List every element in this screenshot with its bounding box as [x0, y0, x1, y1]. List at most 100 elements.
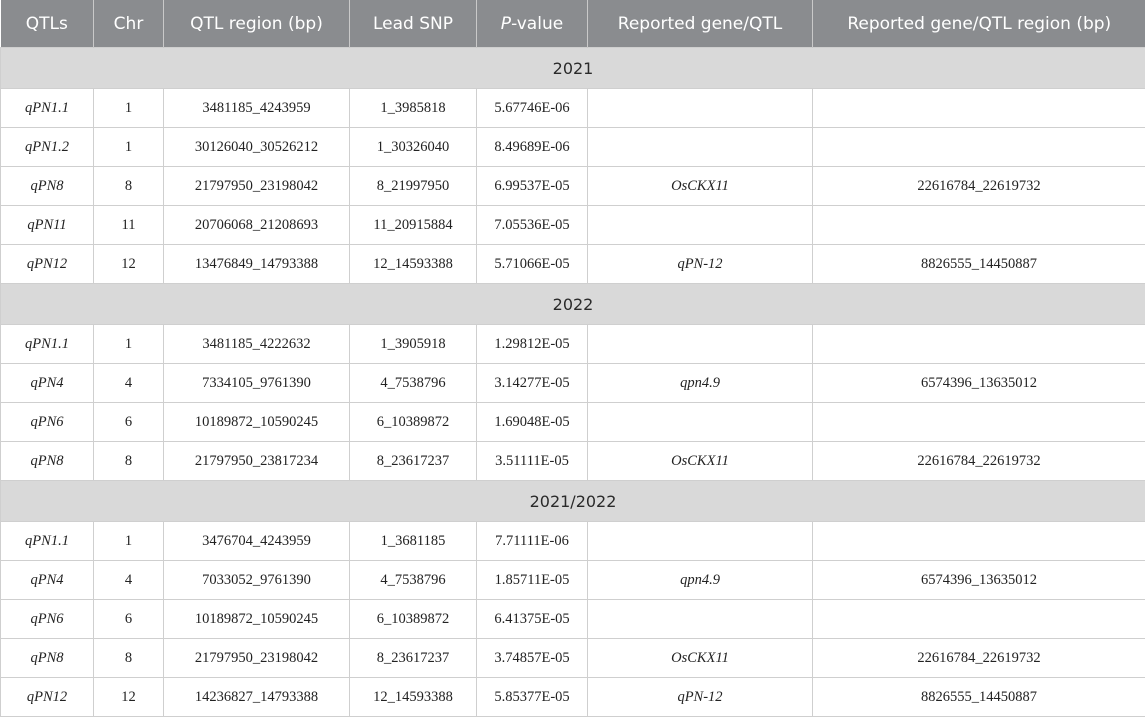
- cell-qtl: qPN1.1: [1, 522, 94, 561]
- cell-chr: 8: [94, 167, 164, 206]
- cell-reported-region: [813, 89, 1145, 128]
- cell-qtl: qPN1.1: [1, 89, 94, 128]
- cell-qtl-region: 3476704_4243959: [164, 522, 350, 561]
- cell-reported-region: [813, 206, 1145, 245]
- cell-lead-snp: 1_3905918: [350, 325, 477, 364]
- cell-reported-region: 22616784_22619732: [813, 167, 1145, 206]
- table-row: qPN8821797950_231980428_219979506.99537E…: [1, 167, 1145, 206]
- cell-qtl-region: 30126040_30526212: [164, 128, 350, 167]
- cell-qtl: qPN6: [1, 403, 94, 442]
- cell-qtl: qPN6: [1, 600, 94, 639]
- cell-chr: 6: [94, 403, 164, 442]
- header-reported-gene: Reported gene/QTL: [588, 0, 813, 48]
- cell-reported-region: 6574396_13635012: [813, 561, 1145, 600]
- header-p-value: P-value: [477, 0, 588, 48]
- cell-lead-snp: 6_10389872: [350, 600, 477, 639]
- cell-qtl-region: 7033052_9761390: [164, 561, 350, 600]
- table-row: qPN6610189872_105902456_103898726.41375E…: [1, 600, 1145, 639]
- table-row: qPN1.2130126040_305262121_303260408.4968…: [1, 128, 1145, 167]
- header-p-value-p: P: [501, 14, 511, 34]
- cell-reported-region: 22616784_22619732: [813, 442, 1145, 481]
- cell-qtl: qPN4: [1, 364, 94, 403]
- cell-qtl-region: 13476849_14793388: [164, 245, 350, 284]
- cell-reported-region: [813, 522, 1145, 561]
- cell-reported-gene: [588, 522, 813, 561]
- cell-chr: 1: [94, 522, 164, 561]
- cell-chr: 1: [94, 325, 164, 364]
- cell-reported-gene: qpn4.9: [588, 364, 813, 403]
- cell-reported-gene: [588, 89, 813, 128]
- table-row: qPN1.113476704_42439591_36811857.71111E-…: [1, 522, 1145, 561]
- cell-p-value: 3.51111E-05: [477, 442, 588, 481]
- cell-qtl: qPN1.1: [1, 325, 94, 364]
- cell-p-value: 3.74857E-05: [477, 639, 588, 678]
- header-row: QTLs Chr QTL region (bp) Lead SNP P-valu…: [1, 0, 1145, 48]
- cell-reported-gene: OsCKX11: [588, 639, 813, 678]
- cell-reported-gene: [588, 128, 813, 167]
- cell-p-value: 1.69048E-05: [477, 403, 588, 442]
- cell-p-value: 5.67746E-06: [477, 89, 588, 128]
- cell-qtl: qPN4: [1, 561, 94, 600]
- table-row: qPN447033052_97613904_75387961.85711E-05…: [1, 561, 1145, 600]
- cell-chr: 6: [94, 600, 164, 639]
- table-row: qPN447334105_97613904_75387963.14277E-05…: [1, 364, 1145, 403]
- cell-reported-region: [813, 325, 1145, 364]
- table-row: qPN121213476849_1479338812_145933885.710…: [1, 245, 1145, 284]
- cell-lead-snp: 8_23617237: [350, 639, 477, 678]
- cell-qtl-region: 20706068_21208693: [164, 206, 350, 245]
- cell-reported-region: 22616784_22619732: [813, 639, 1145, 678]
- group-label: 2021: [1, 48, 1145, 89]
- cell-p-value: 5.71066E-05: [477, 245, 588, 284]
- cell-lead-snp: 11_20915884: [350, 206, 477, 245]
- cell-lead-snp: 1_30326040: [350, 128, 477, 167]
- table-row: qPN111120706068_2120869311_209158847.055…: [1, 206, 1145, 245]
- cell-lead-snp: 1_3985818: [350, 89, 477, 128]
- cell-p-value: 1.85711E-05: [477, 561, 588, 600]
- cell-p-value: 8.49689E-06: [477, 128, 588, 167]
- cell-chr: 4: [94, 364, 164, 403]
- cell-qtl: qPN12: [1, 245, 94, 284]
- cell-qtl-region: 21797950_23198042: [164, 167, 350, 206]
- cell-chr: 8: [94, 442, 164, 481]
- cell-p-value: 6.41375E-05: [477, 600, 588, 639]
- table-row: qPN8821797950_231980428_236172373.74857E…: [1, 639, 1145, 678]
- cell-lead-snp: 4_7538796: [350, 364, 477, 403]
- cell-chr: 1: [94, 89, 164, 128]
- cell-reported-gene: OsCKX11: [588, 167, 813, 206]
- cell-qtl: qPN1.2: [1, 128, 94, 167]
- cell-lead-snp: 8_23617237: [350, 442, 477, 481]
- header-lead-snp: Lead SNP: [350, 0, 477, 48]
- cell-qtl-region: 7334105_9761390: [164, 364, 350, 403]
- cell-reported-gene: qPN-12: [588, 245, 813, 284]
- table-body: 2021qPN1.113481185_42439591_39858185.677…: [1, 48, 1145, 717]
- group-row: 2021: [1, 48, 1145, 89]
- cell-lead-snp: 4_7538796: [350, 561, 477, 600]
- cell-qtl-region: 3481185_4222632: [164, 325, 350, 364]
- cell-qtl: qPN8: [1, 639, 94, 678]
- table-row: qPN1.113481185_42226321_39059181.29812E-…: [1, 325, 1145, 364]
- cell-reported-gene: [588, 403, 813, 442]
- cell-reported-region: 6574396_13635012: [813, 364, 1145, 403]
- cell-chr: 1: [94, 128, 164, 167]
- group-label: 2022: [1, 284, 1145, 325]
- cell-reported-region: [813, 600, 1145, 639]
- cell-chr: 11: [94, 206, 164, 245]
- header-p-value-suffix: -value: [511, 14, 563, 34]
- header-chr: Chr: [94, 0, 164, 48]
- cell-lead-snp: 6_10389872: [350, 403, 477, 442]
- cell-qtl-region: 21797950_23817234: [164, 442, 350, 481]
- cell-qtl: qPN8: [1, 167, 94, 206]
- cell-p-value: 7.05536E-05: [477, 206, 588, 245]
- table-row: qPN6610189872_105902456_103898721.69048E…: [1, 403, 1145, 442]
- table-row: qPN1.113481185_42439591_39858185.67746E-…: [1, 89, 1145, 128]
- cell-reported-gene: [588, 206, 813, 245]
- cell-reported-gene: OsCKX11: [588, 442, 813, 481]
- header-qtls: QTLs: [1, 0, 94, 48]
- cell-qtl-region: 21797950_23198042: [164, 639, 350, 678]
- cell-lead-snp: 12_14593388: [350, 245, 477, 284]
- group-row: 2021/2022: [1, 481, 1145, 522]
- cell-reported-gene: [588, 325, 813, 364]
- table-row: qPN8821797950_238172348_236172373.51111E…: [1, 442, 1145, 481]
- group-label: 2021/2022: [1, 481, 1145, 522]
- cell-qtl: qPN8: [1, 442, 94, 481]
